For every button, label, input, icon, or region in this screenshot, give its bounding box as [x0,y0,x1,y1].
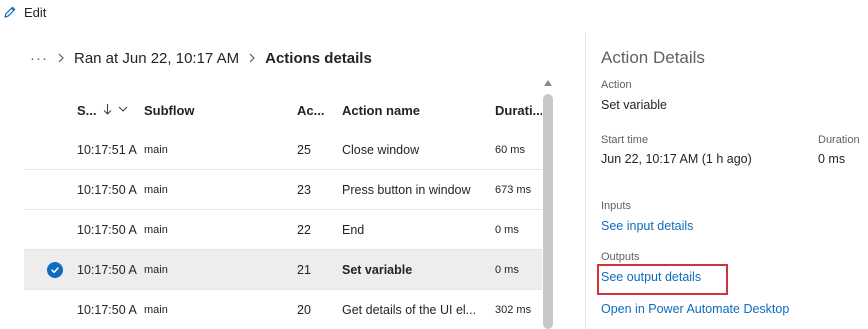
breadcrumb-current: Actions details [265,49,372,67]
checkmark-circle-icon [46,261,63,278]
start-time-label: Start time [601,134,649,146]
chevron-down-icon[interactable] [118,104,128,116]
duration-cell: 0 ms [495,223,519,236]
scrollbar-thumb[interactable] [543,94,553,329]
duration-cell: 0 ms [495,263,519,276]
duration-label: Duration [818,134,860,146]
row-select-cell[interactable] [24,261,77,278]
duration-value: 0 ms [818,152,846,166]
start-time-cell: 10:17:50 A [77,182,137,197]
table-row[interactable]: 10:17:50 A main 22 End 0 ms [24,210,542,250]
pane-divider [585,32,586,329]
action-value: Set variable [601,98,668,112]
table-row[interactable]: 10:17:50 A main 23 Press button in windo… [24,170,542,210]
action-number-cell: 25 [297,142,311,157]
column-header-start-label: S... [77,102,97,118]
table-scrollbar[interactable] [543,80,553,329]
open-in-power-automate-desktop-link[interactable]: Open in Power Automate Desktop [601,302,789,316]
breadcrumb: ··· Ran at Jun 22, 10:17 AM Actions deta… [30,46,372,70]
edit-button[interactable]: Edit [2,4,46,20]
action-label: Action [601,79,632,91]
action-name-cell: End [342,222,365,237]
pencil-icon [2,4,18,20]
subflow-cell: main [144,183,168,196]
table-row[interactable]: 10:17:51 A main 25 Close window 60 ms [24,130,542,170]
subflow-cell: main [144,143,168,156]
see-output-details-link[interactable]: See output details [601,270,701,284]
subflow-cell: main [144,263,168,276]
start-time-cell: 10:17:50 A [77,222,137,237]
chevron-right-icon [57,51,65,66]
column-header-action-name[interactable]: Action name [342,103,495,118]
start-time-value: Jun 22, 10:17 AM (1 h ago) [601,152,752,166]
start-time-cell: 10:17:51 A [77,142,137,157]
chevron-right-icon [248,51,256,66]
action-details-pane: Action Details Action Set variable Start… [597,0,868,329]
action-name-cell: Set variable [342,262,413,277]
subflow-cell: main [144,223,168,236]
subflow-cell: main [144,303,168,316]
action-name-cell: Press button in window [342,182,471,197]
duration-cell: 60 ms [495,143,525,156]
table-row[interactable]: 10:17:50 A main 20 Get details of the UI… [24,290,542,329]
start-time-cell: 10:17:50 A [77,302,137,317]
column-header-action[interactable]: Ac... [297,103,342,118]
column-header-duration[interactable]: Durati... [495,103,542,118]
table-header: S... Subflow Ac... Action name Durati... [24,90,542,130]
breadcrumb-run[interactable]: Ran at Jun 22, 10:17 AM [74,50,239,67]
action-number-cell: 21 [297,262,311,277]
duration-cell: 673 ms [495,183,532,196]
arrow-down-icon [103,103,112,118]
action-number-cell: 23 [297,182,311,197]
scroll-up-arrow-icon[interactable] [544,80,552,86]
inputs-label: Inputs [601,200,631,212]
breadcrumb-overflow-button[interactable]: ··· [30,50,48,67]
details-title: Action Details [601,48,705,67]
see-input-details-link[interactable]: See input details [601,219,693,233]
outputs-label: Outputs [601,251,640,263]
action-name-cell: Close window [342,142,420,157]
column-header-subflow[interactable]: Subflow [144,103,297,118]
duration-cell: 302 ms [495,303,532,316]
table-row-selected[interactable]: 10:17:50 A main 21 Set variable 0 ms [24,250,542,290]
actions-table: S... Subflow Ac... Action name Durati...… [24,90,542,329]
action-name-cell: Get details of the UI el... [342,302,477,317]
action-number-cell: 20 [297,302,311,317]
start-time-cell: 10:17:50 A [77,262,137,277]
command-bar: Edit [0,0,46,24]
action-number-cell: 22 [297,222,311,237]
edit-label: Edit [24,4,47,20]
column-header-start[interactable]: S... [77,103,144,118]
